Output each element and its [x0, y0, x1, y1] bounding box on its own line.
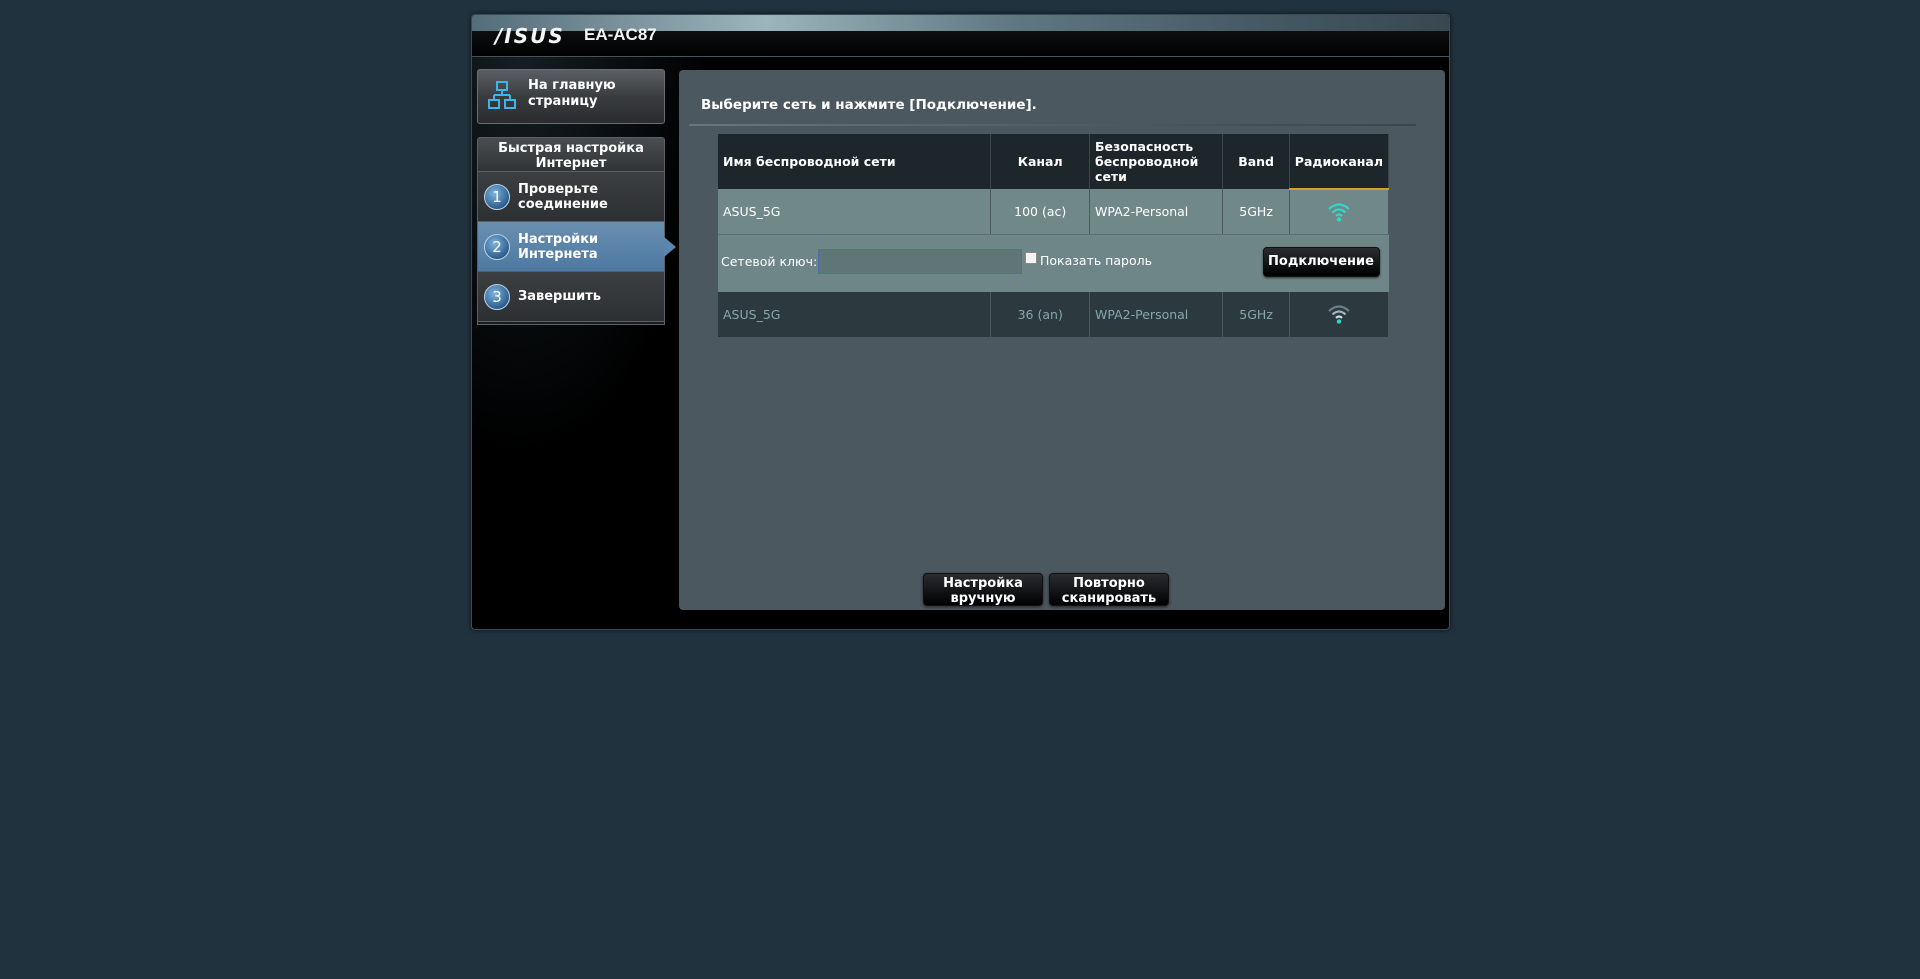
step-label: Завершить — [518, 289, 602, 304]
band-cell: 5GHz — [1222, 189, 1290, 235]
asus-logo: /ISUS — [495, 24, 565, 48]
show-password-label[interactable]: Показать пароль — [1040, 253, 1152, 268]
ssid-cell: ASUS_5G — [718, 291, 992, 337]
quick-setup-title: Быстрая настройка Интернет — [478, 138, 664, 172]
page-title: Выберите сеть и нажмите [Подключение]. — [701, 97, 1037, 113]
step-label: Проверьте соединение — [518, 182, 608, 212]
rescan-button[interactable]: Повторно сканировать — [1049, 573, 1169, 606]
step-internet-settings[interactable]: 2 Настройки Интернета — [478, 222, 676, 272]
channel-cell: 36 (an) — [990, 291, 1091, 337]
band-cell: 5GHz — [1222, 291, 1290, 337]
column-header-band: Band — [1222, 134, 1290, 189]
table-row[interactable]: ASUS_5G 100 (ac) WPA2-Personal 5GHz — [718, 189, 1390, 235]
show-password-checkbox[interactable] — [1025, 251, 1037, 264]
home-button[interactable]: На главную страницу — [477, 69, 665, 124]
column-header-channel: Канал — [990, 134, 1091, 189]
step-check-connection[interactable]: 1 Проверьте соединение — [478, 172, 664, 222]
quick-setup-panel: Быстрая настройка Интернет 1 Проверьте с… — [477, 137, 676, 325]
home-label: На главную страницу — [528, 78, 616, 109]
network-icon — [488, 81, 516, 109]
column-header-radio: Радиоканал — [1289, 134, 1390, 190]
column-header-ssid: Имя беспроводной сети — [718, 134, 992, 189]
network-key-row: Сетевой ключ: Показать пароль Подключени… — [718, 234, 1389, 292]
network-table: Имя беспроводной сети Канал Безопасность… — [718, 134, 1390, 337]
content-panel: Выберите сеть и нажмите [Подключение]. И… — [679, 70, 1445, 610]
ssid-cell: ASUS_5G — [718, 189, 992, 235]
channel-cell: 100 (ac) — [990, 189, 1091, 235]
connect-button[interactable]: Подключение — [1262, 246, 1380, 277]
network-key-label: Сетевой ключ: — [721, 253, 818, 269]
model-name: EA-AC87 — [584, 25, 657, 44]
security-cell: WPA2-Personal — [1089, 189, 1224, 235]
step-finish[interactable]: 3 Завершить — [478, 272, 664, 322]
wifi-signal-icon — [1328, 305, 1350, 324]
signal-cell — [1289, 291, 1390, 337]
step-label: Настройки Интернета — [518, 232, 599, 262]
header: /ISUS EA-AC87 — [472, 15, 1449, 57]
router-frame: /ISUS EA-AC87 На главную страницу Быстра… — [471, 14, 1450, 630]
table-row[interactable]: ASUS_5G 36 (an) WPA2-Personal 5GHz — [718, 291, 1390, 337]
column-header-security: Безопасность беспроводной сети — [1089, 134, 1224, 189]
network-key-input[interactable] — [818, 248, 1022, 274]
divider — [689, 124, 1416, 126]
manual-setup-button[interactable]: Настройка вручную — [923, 573, 1043, 606]
signal-cell — [1289, 189, 1390, 235]
security-cell: WPA2-Personal — [1089, 291, 1224, 337]
step-number-2: 2 — [484, 234, 510, 260]
step-number-3: 3 — [484, 284, 510, 310]
active-step-arrow-icon — [664, 237, 676, 257]
step-number-1: 1 — [484, 184, 510, 210]
wifi-signal-icon — [1328, 203, 1350, 222]
